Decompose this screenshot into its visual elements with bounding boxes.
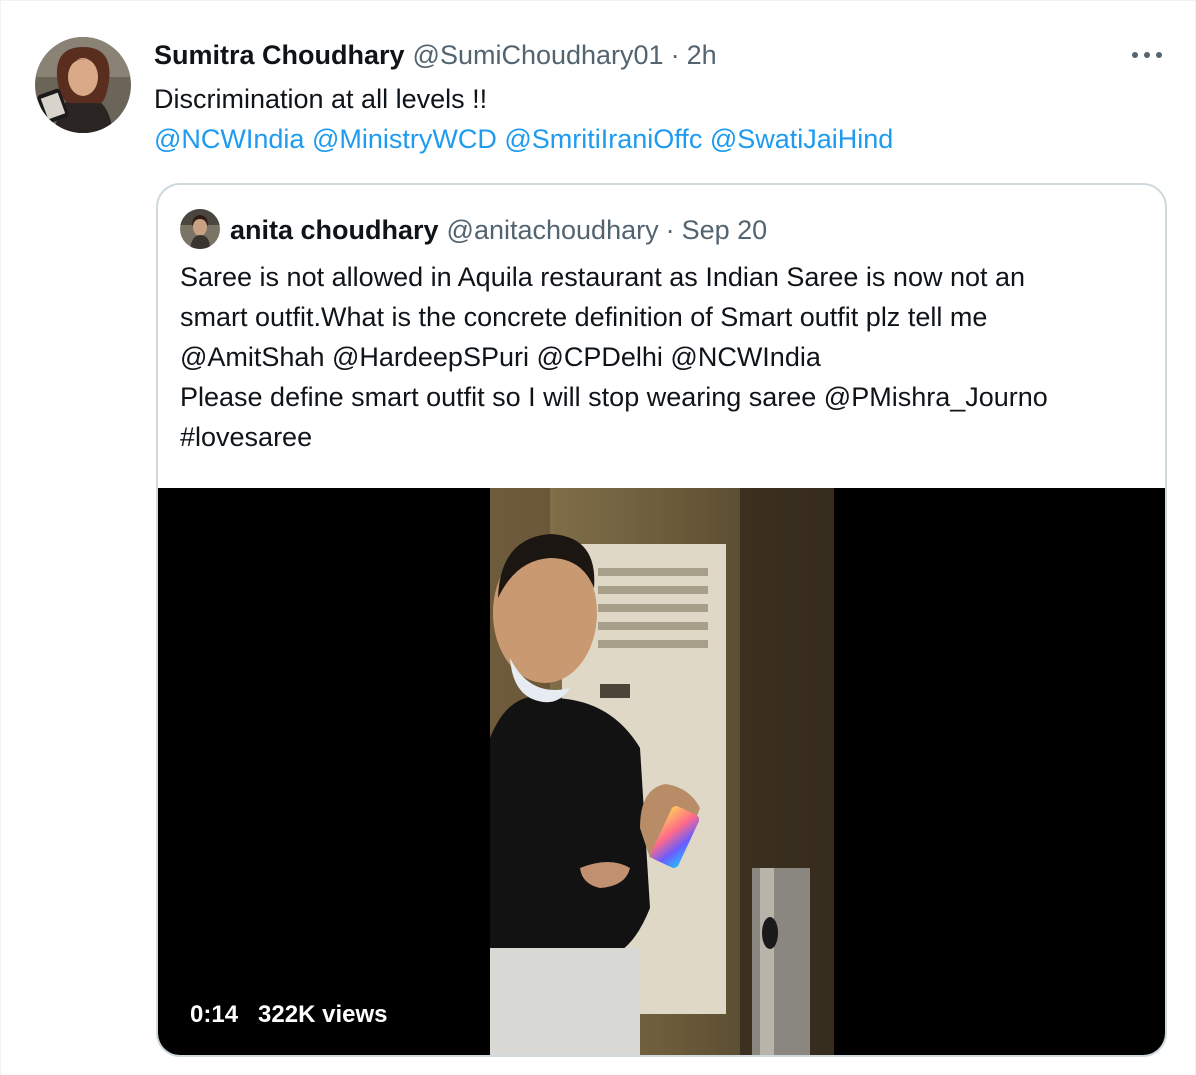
more-horizontal-icon	[1131, 51, 1163, 59]
mention-list: @NCWIndia @MinistryWCD @SmritiIraniOffc …	[154, 119, 1154, 159]
display-name[interactable]: Sumitra Choudhary	[154, 40, 405, 71]
avatar[interactable]	[35, 37, 131, 133]
quoted-text-line: @AmitShah @HardeepSPuri @CPDelhi @NCWInd…	[180, 342, 821, 372]
video-player[interactable]: 0:14 322K views	[158, 488, 1165, 1055]
video-views: 322K views	[258, 1001, 388, 1028]
quoted-text-line: Please define smart outfit so I will sto…	[180, 382, 1048, 412]
video-duration: 0:14	[190, 1001, 239, 1028]
quoted-text-line: #lovesaree	[180, 422, 313, 452]
mention-link[interactable]: @SmritiIraniOffc	[504, 124, 702, 154]
quoted-text: Saree is not allowed in Aquila restauran…	[180, 257, 1155, 457]
tweet-header: Sumitra Choudhary @SumiChoudhary01 · 2h	[154, 35, 717, 75]
separator-dot: ·	[670, 39, 680, 70]
tweet-text: Discrimination at all levels !! @NCWIndi…	[154, 79, 1154, 159]
quoted-handle[interactable]: @anitachoudhary	[447, 215, 659, 246]
quoted-avatar[interactable]	[180, 209, 220, 249]
tweet-body: Discrimination at all levels !!	[154, 84, 488, 114]
mention-link[interactable]: @MinistryWCD	[312, 124, 497, 154]
quoted-date[interactable]: Sep 20	[682, 215, 768, 246]
more-options-button[interactable]	[1127, 39, 1167, 71]
quoted-tweet[interactable]: anita choudhary @anitachoudhary · Sep 20…	[156, 183, 1167, 1057]
mention-link[interactable]: @SwatiJaiHind	[710, 124, 893, 154]
mention-link[interactable]: @NCWIndia	[154, 124, 304, 154]
separator-dot: ·	[665, 214, 675, 245]
video-frame	[490, 488, 834, 1055]
user-handle[interactable]: @SumiChoudhary01	[413, 40, 664, 71]
quoted-display-name[interactable]: anita choudhary	[230, 215, 439, 246]
video-meta: 0:14 322K views	[190, 1001, 387, 1029]
tweet[interactable]: Sumitra Choudhary @SumiChoudhary01 · 2h …	[0, 0, 1196, 1075]
quoted-text-line: smart outfit.What is the concrete defini…	[180, 302, 988, 332]
quoted-text-line: Saree is not allowed in Aquila restauran…	[180, 262, 1026, 292]
quoted-header: anita choudhary @anitachoudhary · Sep 20	[230, 210, 767, 250]
timestamp[interactable]: 2h	[687, 40, 717, 71]
